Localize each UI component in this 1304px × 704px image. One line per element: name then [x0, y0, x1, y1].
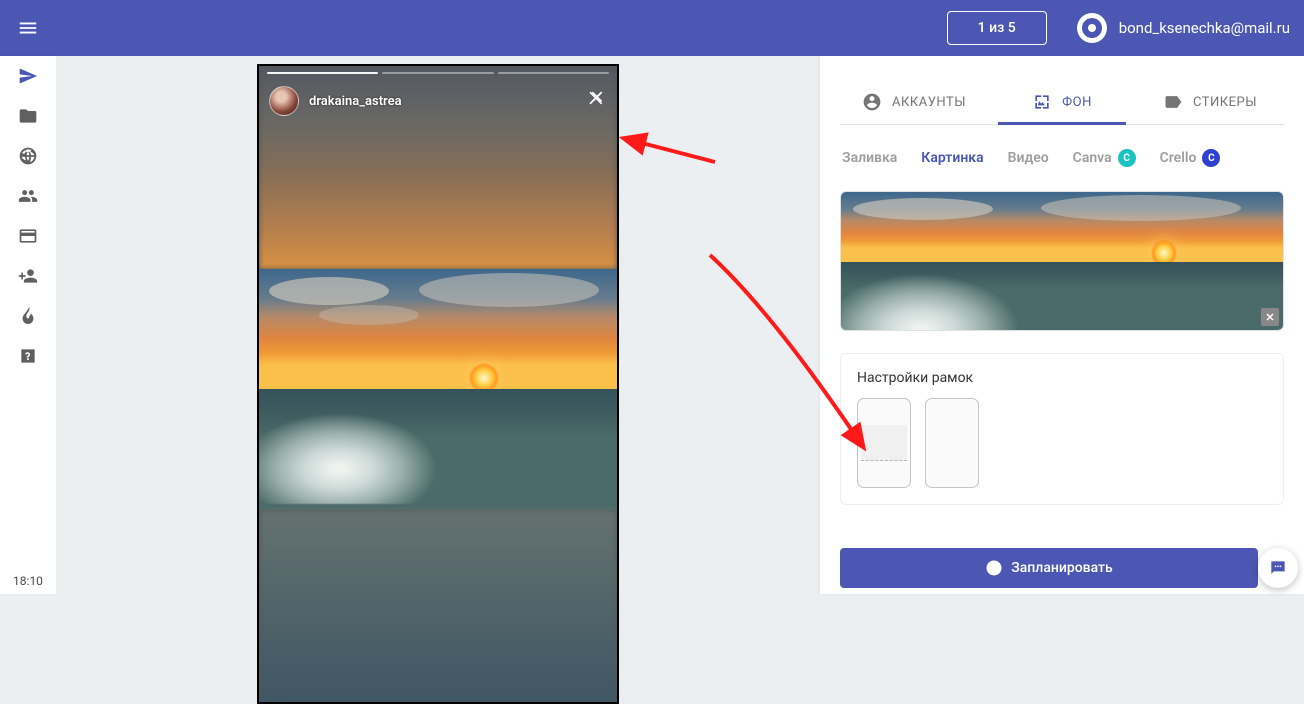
story-image	[259, 269, 617, 510]
tab-background[interactable]: ФОН	[988, 80, 1136, 124]
schedule-button-label: Запланировать	[1011, 560, 1112, 576]
sidebar-item-globe[interactable]	[0, 136, 56, 176]
subtab-crello-label: Crello	[1160, 150, 1197, 166]
tab-stickers[interactable]: СТИКЕРЫ	[1136, 80, 1284, 124]
account-circle-icon	[862, 92, 882, 112]
subtab-canva-label: Canva	[1073, 150, 1112, 166]
menu-toggle-button[interactable]	[0, 0, 56, 56]
tab-accounts-label: АККАУНТЫ	[892, 95, 966, 110]
people-icon	[18, 186, 38, 206]
close-icon	[587, 88, 607, 108]
paper-plane-icon	[18, 66, 38, 86]
canva-chip-icon: C	[1118, 149, 1136, 167]
chat-icon	[1268, 558, 1288, 578]
background-image-thumbnail[interactable]	[840, 191, 1284, 331]
background-subtabs: Заливка Картинка Видео Canva C Crello C	[840, 125, 1284, 191]
story-account-avatar[interactable]	[269, 86, 299, 116]
settings-panel: АККАУНТЫ ФОН СТИКЕРЫ Заливка Картинка Ви…	[820, 56, 1304, 594]
sidebar: 18:10	[0, 56, 56, 594]
frame-option-letterbox[interactable]	[857, 398, 911, 488]
frame-settings-title: Настройки рамок	[857, 370, 1267, 386]
sidebar-item-people[interactable]	[0, 176, 56, 216]
subtab-image[interactable]: Картинка	[921, 150, 983, 166]
app-header: 1 из 5 bond_ksenechka@mail.ru	[0, 0, 1304, 56]
sidebar-item-send[interactable]	[0, 56, 56, 96]
sidebar-item-trending[interactable]	[0, 296, 56, 336]
tab-stickers-label: СТИКЕРЫ	[1193, 95, 1257, 110]
label-icon	[1163, 92, 1183, 112]
story-preview[interactable]: drakaina_astrea	[257, 64, 619, 704]
globe-icon	[18, 146, 38, 166]
chat-fab[interactable]	[1258, 548, 1298, 588]
panel-main-tabs: АККАУНТЫ ФОН СТИКЕРЫ	[840, 80, 1284, 125]
fire-icon	[18, 306, 38, 326]
frame-options	[857, 398, 1267, 488]
subtab-fill[interactable]: Заливка	[842, 150, 897, 166]
frame-settings-card: Настройки рамок	[840, 353, 1284, 505]
help-icon	[18, 346, 38, 366]
subtab-crello[interactable]: Crello C	[1160, 149, 1221, 167]
story-header: drakaina_astrea	[269, 86, 607, 116]
frame-option-full[interactable]	[925, 398, 979, 488]
hamburger-icon	[17, 17, 39, 39]
subtab-video[interactable]: Видео	[1008, 150, 1049, 166]
user-email-label[interactable]: bond_ksenechka@mail.ru	[1119, 19, 1290, 37]
story-progress-bar	[267, 72, 609, 75]
crello-chip-icon: C	[1202, 149, 1220, 167]
story-counter-pill[interactable]: 1 из 5	[947, 11, 1047, 45]
remove-image-button[interactable]	[1261, 308, 1279, 326]
folder-icon	[18, 106, 38, 126]
sidebar-item-add-people[interactable]	[0, 256, 56, 296]
story-canvas-area: drakaina_astrea	[56, 56, 820, 594]
tab-accounts[interactable]: АККАУНТЫ	[840, 80, 988, 124]
sidebar-clock: 18:10	[13, 568, 43, 594]
wallpaper-icon	[1032, 92, 1052, 112]
tab-background-label: ФОН	[1062, 95, 1092, 110]
sidebar-item-folder[interactable]	[0, 96, 56, 136]
credit-card-icon	[18, 226, 38, 246]
sidebar-item-billing[interactable]	[0, 216, 56, 256]
sidebar-item-help[interactable]	[0, 336, 56, 376]
subtab-canva[interactable]: Canva C	[1073, 149, 1136, 167]
schedule-button[interactable]: Запланировать	[840, 548, 1258, 588]
story-close-button[interactable]	[587, 88, 607, 114]
close-small-icon	[1264, 311, 1276, 323]
clock-plus-icon	[985, 559, 1003, 577]
story-letterbox-bottom	[259, 510, 617, 704]
story-account-username: drakaina_astrea	[309, 94, 402, 109]
panel-scroll-area[interactable]: Заливка Картинка Видео Canva C Crello C	[820, 125, 1304, 594]
person-add-icon	[18, 266, 38, 286]
user-avatar[interactable]	[1077, 13, 1107, 43]
